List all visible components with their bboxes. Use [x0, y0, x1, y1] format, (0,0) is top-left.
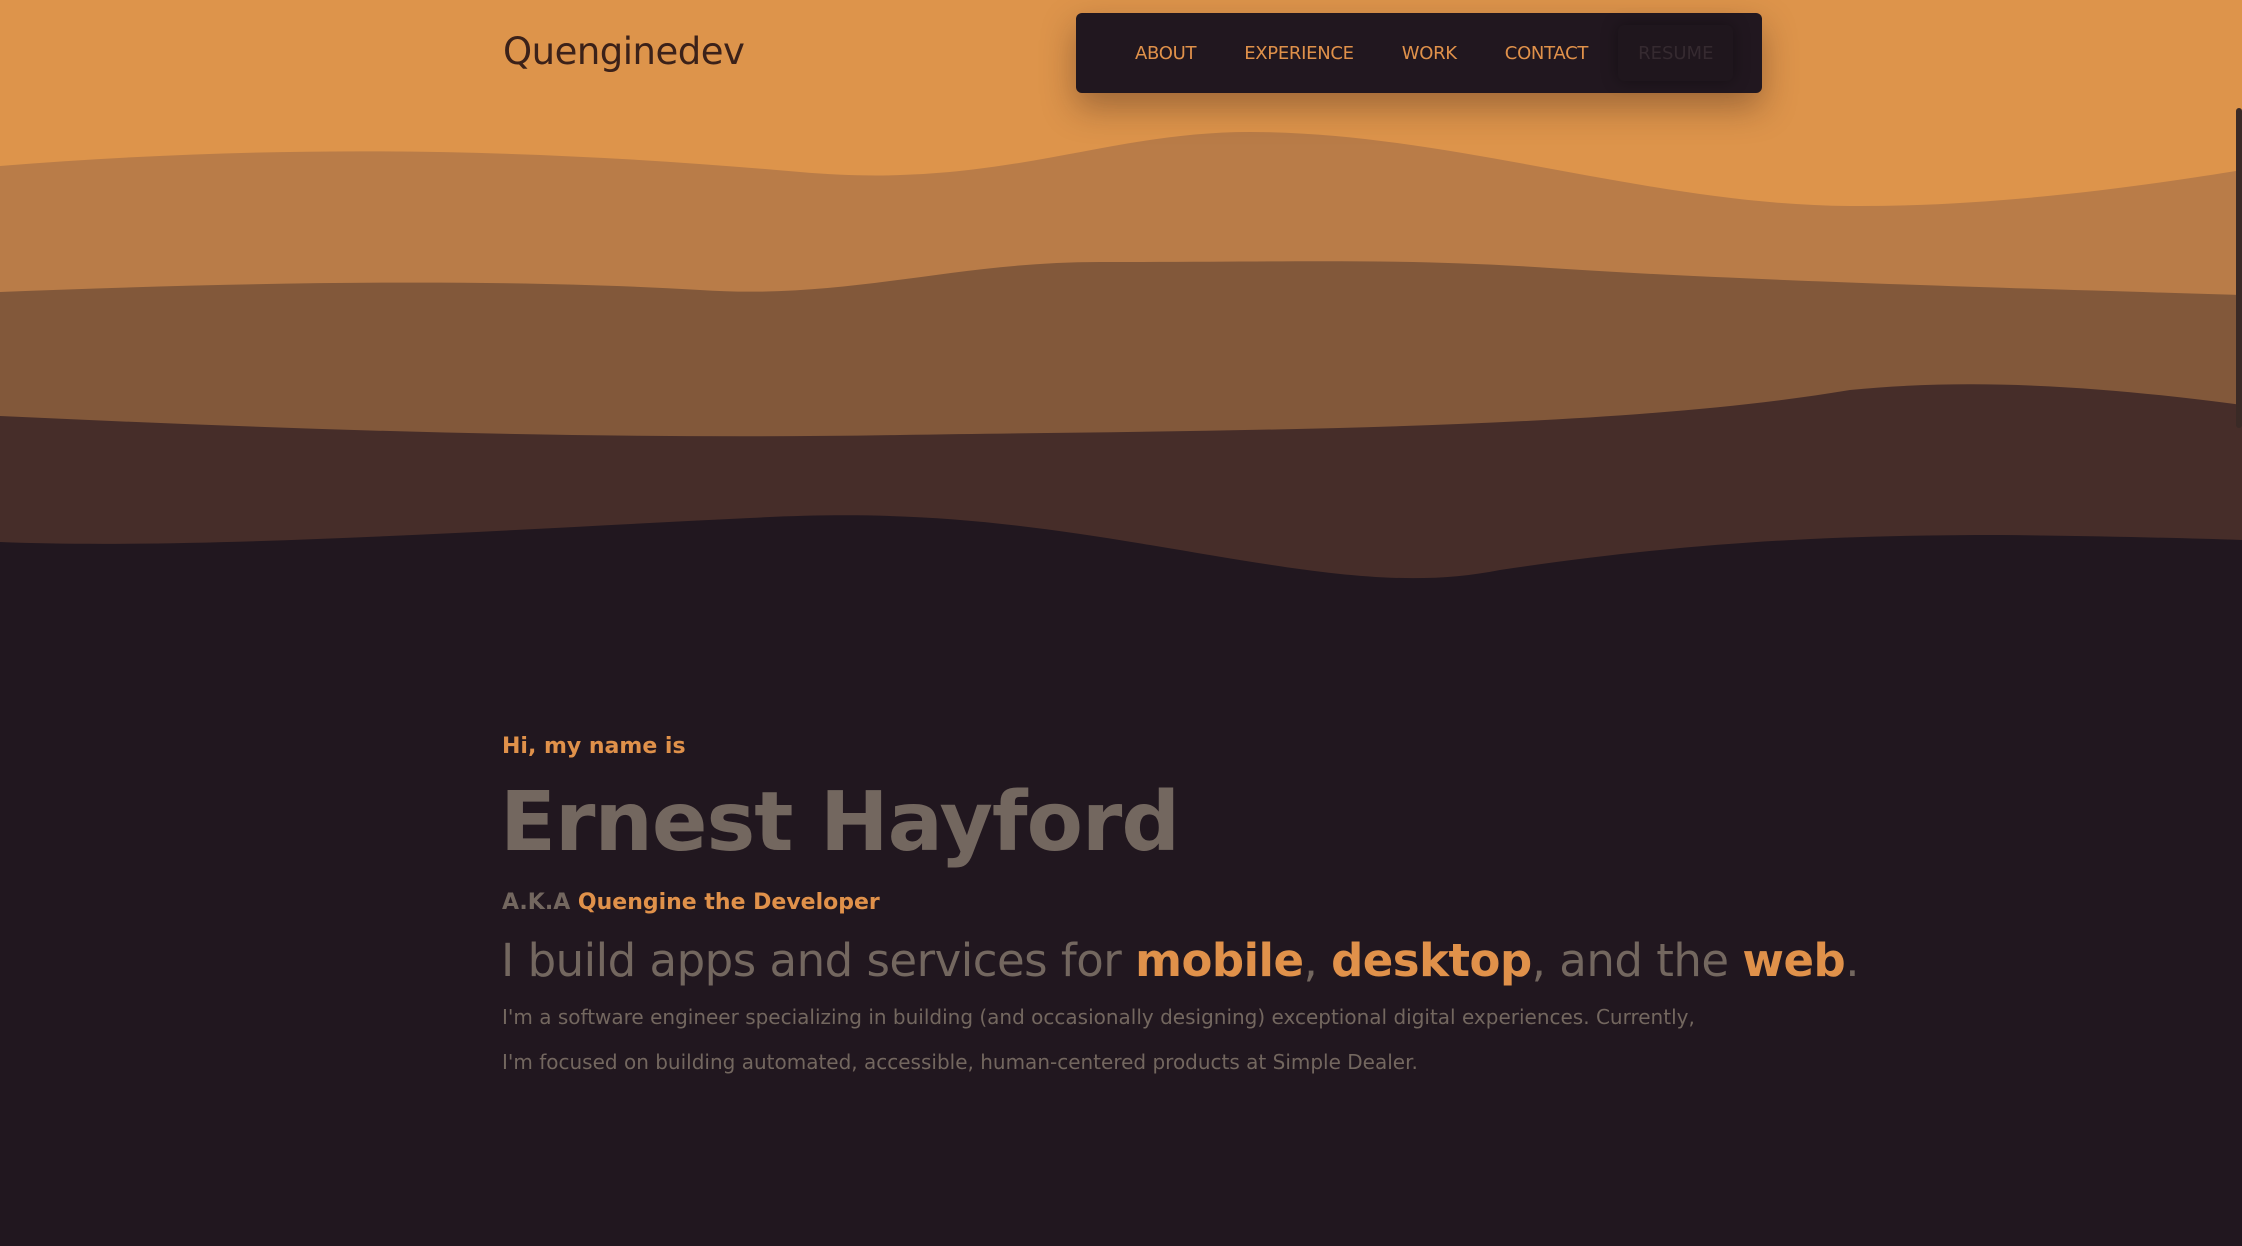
- hero-aka: A.K.A Quengine the Developer: [502, 890, 880, 915]
- tagline-web: web: [1742, 934, 1846, 987]
- tagline-prefix: I build apps and services for: [501, 934, 1136, 987]
- main-nav: ABOUT EXPERIENCE WORK CONTACT RESUME: [1076, 13, 1762, 93]
- nav-experience[interactable]: EXPERIENCE: [1220, 43, 1378, 64]
- resume-button[interactable]: RESUME: [1618, 25, 1734, 81]
- nav-about[interactable]: ABOUT: [1111, 43, 1220, 64]
- hero-bio-line-2: I'm focused on building automated, acces…: [502, 1050, 1418, 1074]
- hero-bio-line-1: I'm a software engineer specializing in …: [502, 1005, 1695, 1029]
- nav-work[interactable]: WORK: [1378, 43, 1481, 64]
- nav-contact[interactable]: CONTACT: [1481, 43, 1612, 64]
- site-logo[interactable]: Quenginedev: [503, 30, 745, 73]
- aka-label: A.K.A: [502, 890, 571, 915]
- aka-name: Quengine the Developer: [577, 890, 880, 915]
- hero-tagline: I build apps and services for mobile, de…: [501, 934, 1860, 988]
- hero-name: Ernest Hayford: [500, 775, 1180, 870]
- tagline-suffix: .: [1845, 934, 1860, 987]
- tagline-sep2: , and the: [1531, 934, 1743, 987]
- tagline-mobile: mobile: [1135, 934, 1304, 987]
- tagline-sep1: ,: [1303, 934, 1332, 987]
- hero-greeting: Hi, my name is: [502, 734, 686, 759]
- tagline-desktop: desktop: [1331, 934, 1532, 987]
- scrollbar[interactable]: [2236, 108, 2242, 428]
